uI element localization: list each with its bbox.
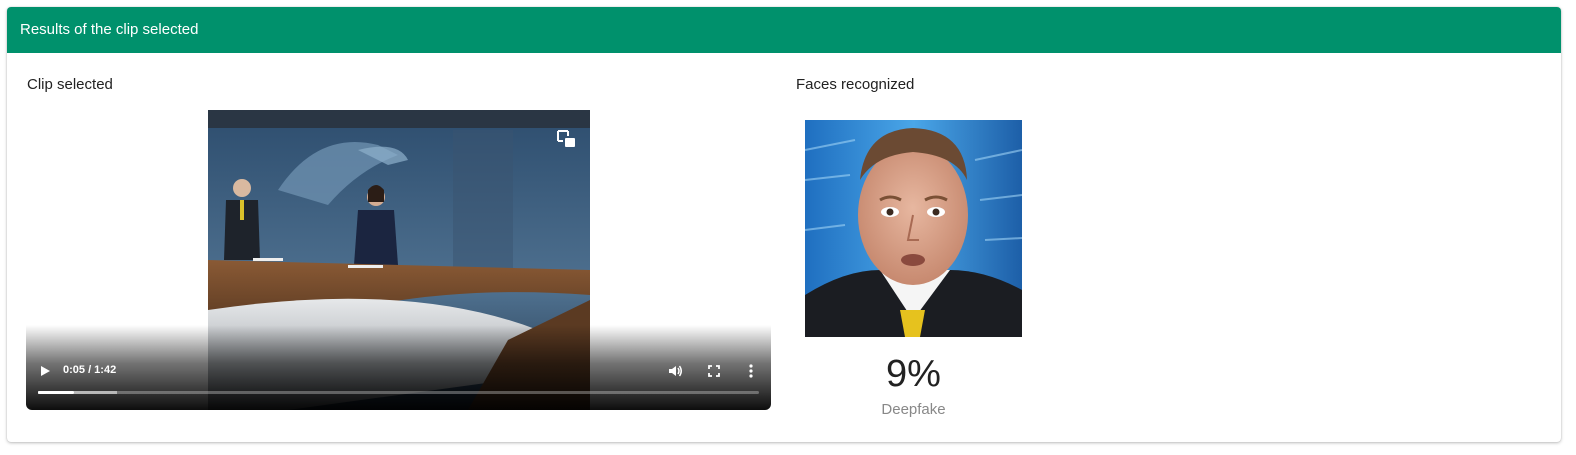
card-title: Results of the clip selected (20, 21, 199, 38)
picture-in-picture-icon[interactable] (555, 128, 577, 150)
progress-bar[interactable] (38, 391, 759, 394)
video-player[interactable]: 0:05 / 1:42 (26, 110, 771, 410)
faces-recognized-title: Faces recognized (796, 76, 915, 93)
volume-icon[interactable] (667, 363, 683, 379)
card-header: Results of the clip selected (7, 7, 1561, 53)
controls-overlay (26, 325, 771, 410)
results-card: Results of the clip selected Clip select… (7, 7, 1561, 442)
progress-played (38, 391, 75, 394)
time-display: 0:05 / 1:42 (63, 364, 117, 376)
clip-selected-title: Clip selected (27, 76, 113, 93)
play-icon[interactable] (38, 364, 52, 378)
fullscreen-icon[interactable] (706, 363, 722, 379)
face-thumbnail (805, 120, 1022, 337)
deepfake-label: Deepfake (881, 401, 946, 418)
more-vert-icon[interactable] (743, 363, 759, 379)
deepfake-score: 9% (886, 353, 941, 395)
